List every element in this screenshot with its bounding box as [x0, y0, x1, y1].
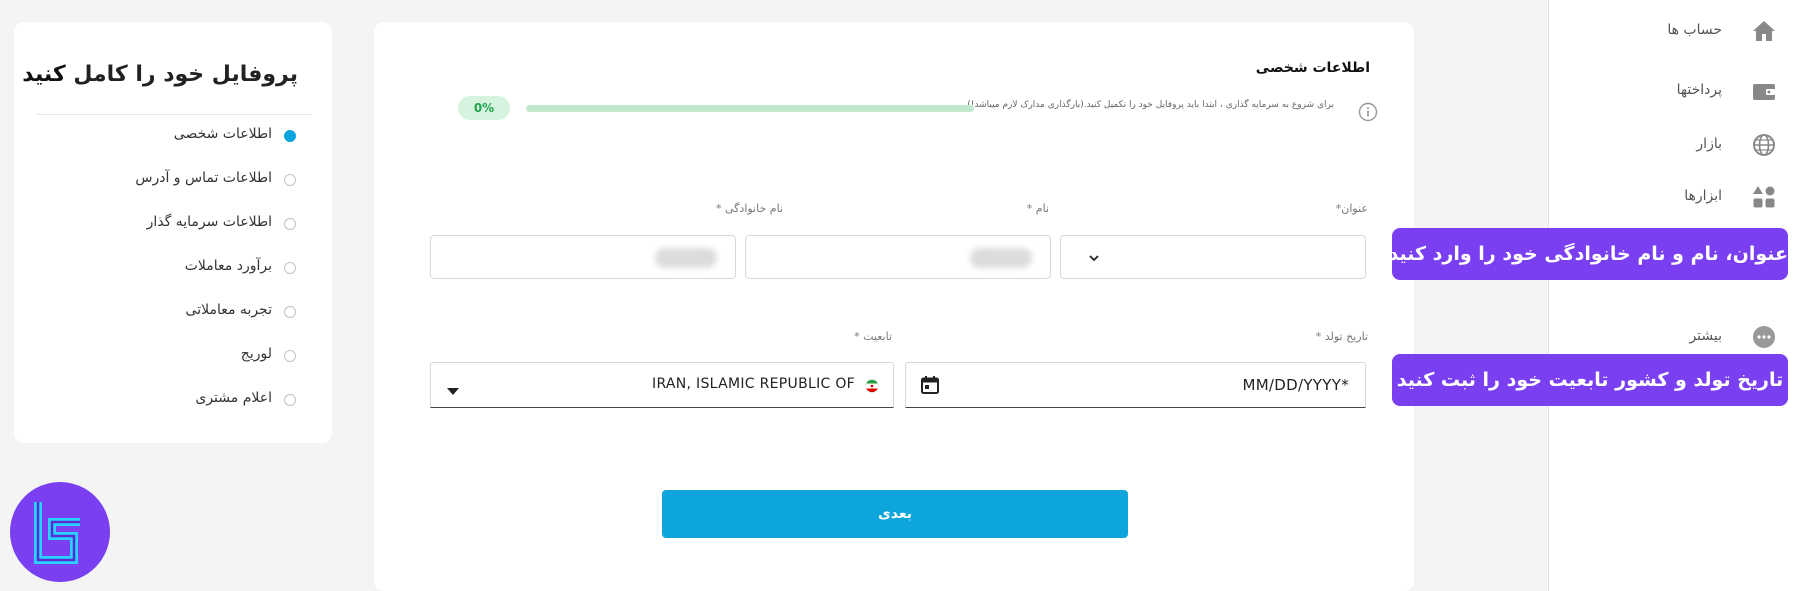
nationality-label: تابعیت * [854, 330, 892, 343]
redacted-value [970, 248, 1032, 268]
step-label: برآورد معاملات [184, 258, 272, 274]
brand-logo [10, 482, 110, 582]
home-icon [1751, 18, 1777, 44]
nationality-value: IRAN, ISLAMIC REPUBLIC OF [652, 376, 855, 392]
progress-percent-badge: 0% [458, 96, 510, 120]
more-icon [1751, 324, 1777, 350]
nav-label-accounts: حساب ها [1667, 22, 1722, 38]
step-dot-icon [284, 174, 296, 186]
nav-item-accounts[interactable]: حساب ها [1549, 10, 1803, 50]
title-select[interactable] [1060, 235, 1366, 279]
steps-title: پروفایل خود را کامل کنید [22, 62, 298, 87]
step-label: لوریج [240, 346, 272, 362]
step-dot-icon [284, 394, 296, 406]
nationality-select[interactable]: IRAN, ISLAMIC REPUBLIC OF [430, 362, 894, 408]
redacted-value [655, 248, 717, 268]
step-personal-info[interactable]: اطلاعات شخصی [36, 126, 296, 146]
last-name-label: نام خانوادگی * [716, 202, 783, 215]
info-icon [1358, 102, 1378, 122]
step-label: اطلاعات تماس و آدرس [135, 170, 272, 186]
nav-item-more[interactable]: بیشتر [1549, 316, 1803, 356]
grid-icon [1751, 184, 1777, 210]
next-button[interactable]: بعدی [662, 490, 1128, 538]
first-name-input[interactable] [745, 235, 1051, 279]
calendar-icon[interactable] [920, 375, 940, 399]
birth-date-value: MM/DD/YYYY* [1242, 376, 1349, 394]
step-leverage[interactable]: لوریج [36, 346, 296, 366]
steps-title-text: پروفایل خود را کامل [73, 62, 298, 87]
step-trading-experience[interactable]: تجربه معاملاتی [36, 302, 296, 322]
step-dot-icon [284, 218, 296, 230]
step-dot-icon [284, 306, 296, 318]
steps-title-bold: کنید [22, 62, 66, 87]
step-active-dot-icon [284, 130, 296, 142]
nav-label-market: بازار [1696, 136, 1722, 152]
step-client-declaration[interactable]: اعلام مشتری [36, 390, 296, 410]
main-nav-sidebar: حساب ها پرداختها بازار ابزارها بیشتر [1390, 0, 1803, 591]
step-label: تجربه معاملاتی [185, 302, 272, 318]
brand-logo-mark-icon [34, 502, 80, 564]
iran-flag-icon [865, 378, 879, 397]
divider [36, 114, 312, 115]
birth-date-input[interactable]: MM/DD/YYYY* [905, 362, 1366, 408]
step-contact-address[interactable]: اطلاعات تماس و آدرس [36, 170, 296, 190]
step-dot-icon [284, 262, 296, 274]
step-label: اطلاعات سرمایه گذار [146, 214, 272, 230]
form-title: اطلاعات شخصی [1255, 60, 1370, 76]
nav-item-payments[interactable]: پرداختها [1549, 70, 1803, 110]
personal-info-form: اطلاعات شخصی برای شروع به سرمایه گذاری ،… [374, 22, 1414, 591]
caret-down-icon [447, 381, 459, 400]
title-label: عنوان* [1335, 202, 1368, 215]
step-dot-icon [284, 350, 296, 362]
nav-item-tools[interactable]: ابزارها [1390, 176, 1803, 216]
step-label: اطلاعات شخصی [173, 126, 272, 142]
nav-label-more: بیشتر [1689, 328, 1722, 344]
profile-notice: برای شروع به سرمایه گذاری ، ابتدا باید پ… [967, 100, 1334, 110]
wallet-icon [1751, 78, 1777, 104]
birth-date-label: تاریخ تولد * [1315, 330, 1368, 343]
nav-item-market[interactable]: بازار [1390, 124, 1803, 164]
step-label: اعلام مشتری [195, 390, 272, 406]
nav-label-tools: ابزارها [1684, 188, 1722, 204]
step-trade-estimate[interactable]: برآورد معاملات [36, 258, 296, 278]
chevron-down-icon [1087, 250, 1101, 269]
profile-progress-bar [526, 105, 974, 112]
step-investor-info[interactable]: اطلاعات سرمایه گذار [36, 214, 296, 234]
globe-icon [1751, 132, 1777, 158]
profile-steps-panel: پروفایل خود را کامل کنید اطلاعات شخصی اط… [14, 22, 332, 443]
name-fields-tooltip: عنوان، نام و نام خانوادگی خود را وارد کن… [1389, 228, 1788, 280]
first-name-label: نام * [1026, 202, 1049, 215]
birth-nationality-tooltip: تاریخ تولد و کشور تابعیت خود را ثبت کنید [1392, 354, 1788, 406]
nav-label-payments: پرداختها [1676, 82, 1722, 98]
last-name-input[interactable] [430, 235, 736, 279]
